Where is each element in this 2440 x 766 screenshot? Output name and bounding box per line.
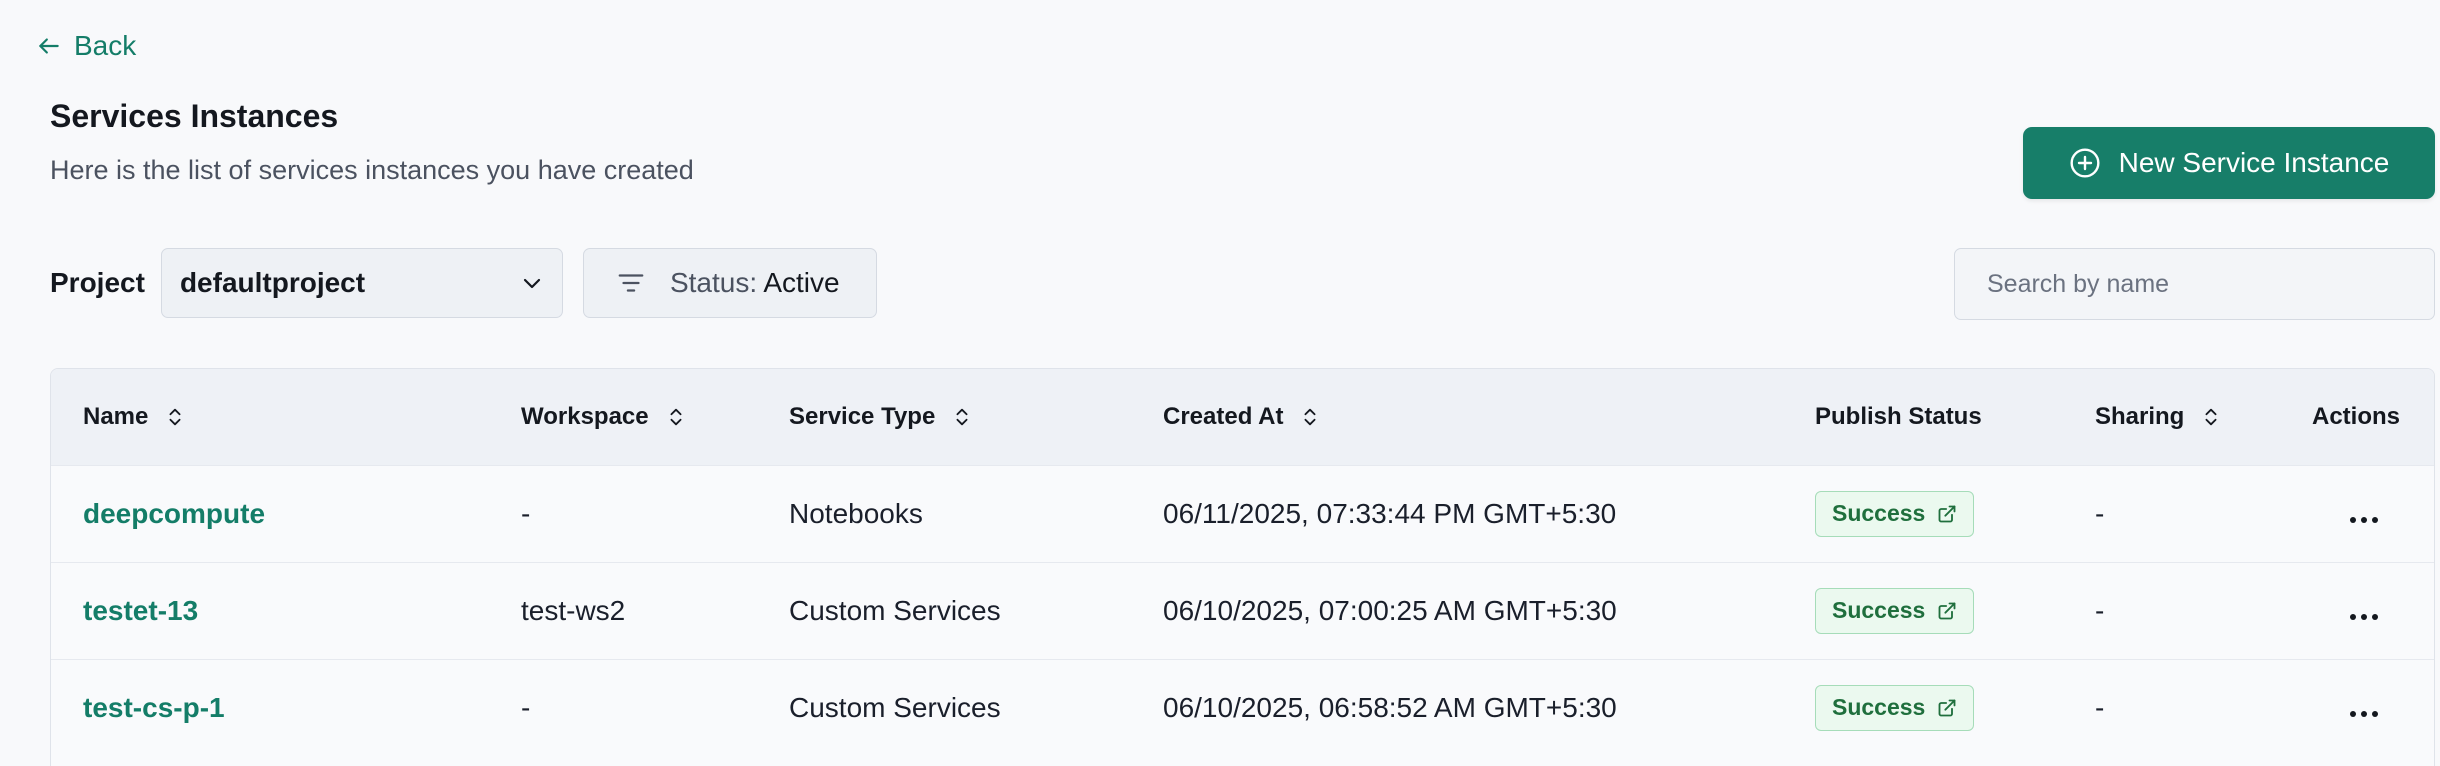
sort-icon[interactable] <box>2200 406 2222 428</box>
external-link-icon <box>1938 505 1956 522</box>
instance-name-link[interactable]: test-cs-p-1 <box>51 659 489 756</box>
actions-cell <box>2281 659 2434 756</box>
project-label: Project <box>50 267 145 298</box>
column-label-sharing: Sharing <box>2095 402 2185 430</box>
sort-icon[interactable] <box>951 406 973 428</box>
new-service-instance-button[interactable]: New Service Instance <box>2023 127 2435 199</box>
publish-status-label: Success <box>1832 597 1926 623</box>
status-filter-button[interactable]: Status: Active <box>582 248 877 318</box>
sort-icon[interactable] <box>1299 406 1321 428</box>
column-header-workspace: Workspace <box>489 369 757 465</box>
filter-bar: Project defaultproject Status: Active <box>50 248 877 318</box>
column-label-created-at: Created At <box>1163 402 1284 430</box>
external-link-icon <box>1938 699 1956 717</box>
instance-name-link[interactable]: deepcompute <box>51 465 489 562</box>
column-label-name: Name <box>83 402 149 430</box>
publish-status-label: Success <box>1832 694 1926 721</box>
publish-status-cell: Success <box>1783 562 2063 659</box>
column-header-sharing: Sharing <box>2063 369 2281 465</box>
column-label-workspace: Workspace <box>521 402 649 430</box>
status-filter-value: Active <box>763 267 840 298</box>
sort-icon[interactable] <box>164 406 186 428</box>
column-label-publish-status: Publish Status <box>1815 402 1982 430</box>
publish-status-badge[interactable]: Success <box>1815 587 1975 634</box>
workspace-cell: - <box>521 691 531 723</box>
publish-status-cell: Success <box>1783 659 2063 756</box>
publish-status-badge[interactable]: Success <box>1815 684 1975 731</box>
publish-status-label: Success <box>1832 500 1926 526</box>
created-at-cell: 06/10/2025, 06:58:52 AM GMT+5:30 <box>1163 691 1617 723</box>
column-label-actions: Actions <box>2311 402 2400 430</box>
page-title: Services Instances <box>50 98 339 134</box>
instances-table: Name Workspace Service Type Created At P… <box>50 368 2435 766</box>
table-row: testet-13 test-ws2 Custom Services 06/10… <box>51 562 2434 659</box>
service-type-cell: Custom Services <box>789 691 1001 723</box>
sharing-cell: - <box>2095 497 2105 529</box>
search-input[interactable] <box>1954 248 2435 320</box>
service-type-cell: Notebooks <box>789 497 923 529</box>
chevron-down-icon <box>523 278 541 289</box>
project-select[interactable]: defaultproject <box>160 248 563 318</box>
column-header-publish-status: Publish Status <box>1783 369 2063 465</box>
back-label: Back <box>74 30 137 61</box>
new-service-instance-label: New Service Instance <box>2118 147 2390 178</box>
workspace-cell: - <box>521 497 531 529</box>
external-link-icon <box>1938 602 1956 619</box>
column-label-service-type: Service Type <box>789 402 936 430</box>
publish-status-badge[interactable]: Success <box>1815 490 1975 537</box>
service-type-cell: Custom Services <box>789 594 1001 626</box>
sort-icon[interactable] <box>665 406 687 428</box>
table-header-row: Name Workspace Service Type Created At P… <box>51 369 2434 465</box>
instance-name-link[interactable]: testet-13 <box>51 562 489 659</box>
column-header-created-at: Created At <box>1131 369 1783 465</box>
column-header-service-type: Service Type <box>757 369 1131 465</box>
plus-circle-icon <box>2070 148 2100 178</box>
workspace-cell: test-ws2 <box>521 594 626 626</box>
sharing-cell: - <box>2095 594 2105 626</box>
table-row: deepcompute - Notebooks 06/11/2025, 07:3… <box>51 465 2434 562</box>
more-horizontal-icon[interactable] <box>2350 710 2378 717</box>
table-row: test-cs-p-1 - Custom Services 06/10/2025… <box>51 659 2434 756</box>
column-header-actions: Actions <box>2281 369 2434 465</box>
page-subtitle: Here is the list of services instances y… <box>50 155 694 185</box>
sharing-cell: - <box>2095 691 2105 723</box>
filter-icon <box>618 274 644 292</box>
created-at-cell: 06/11/2025, 07:33:44 PM GMT+5:30 <box>1163 497 1617 529</box>
project-select-value: defaultproject <box>179 267 366 298</box>
created-at-cell: 06/10/2025, 07:00:25 AM GMT+5:30 <box>1163 594 1617 626</box>
more-horizontal-icon[interactable] <box>2350 613 2378 620</box>
back-link[interactable]: Back <box>36 30 136 62</box>
column-header-name: Name <box>51 369 489 465</box>
actions-cell <box>2281 465 2434 562</box>
status-filter-key: Status: <box>669 267 758 298</box>
arrow-left-icon <box>39 38 59 54</box>
actions-cell <box>2281 562 2434 659</box>
services-instances-page: Back Services Instances Here is the list… <box>0 0 2440 766</box>
publish-status-cell: Success <box>1783 465 2063 562</box>
more-horizontal-icon[interactable] <box>2350 516 2378 523</box>
